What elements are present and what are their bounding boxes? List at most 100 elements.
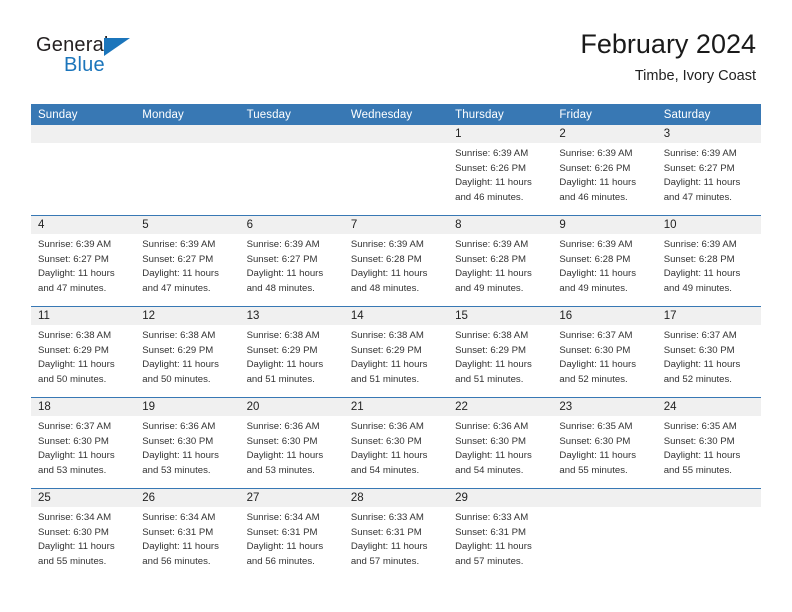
day-sun-info: Sunrise: 6:36 AM Sunset: 6:30 PM Daylight:… (240, 416, 344, 478)
day-sun-info-line: and 49 minutes. (559, 282, 628, 294)
calendar-day-cell[interactable] (343, 125, 449, 216)
calendar-table: Sunday Monday Tuesday Wednesday Thursday… (31, 104, 761, 579)
calendar-day-cell[interactable]: 7 Sunrise: 6:39 AM Sunset: 6:28 PM Daylight… (343, 215, 449, 307)
day-sun-info-line: and 52 minutes. (663, 373, 732, 385)
day-number: 22 (448, 398, 553, 416)
day-number: 18 (31, 398, 136, 416)
day-sun-info-line: and 56 minutes. (142, 555, 211, 567)
day-number: 2 (552, 125, 657, 143)
calendar-day-cell[interactable] (552, 488, 657, 579)
day-sun-info: Sunrise: 6:38 AM Sunset: 6:29 PM Daylight:… (240, 325, 344, 387)
weekday-header-monday: Monday (135, 104, 240, 125)
day-number: 4 (31, 216, 136, 234)
calendar-day-cell[interactable]: 12 Sunrise: 6:38 AM Sunset: 6:29 PM Dayligh… (135, 306, 240, 398)
day-sun-info-line: and 55 minutes. (559, 464, 628, 476)
day-sun-info: Sunrise: 6:39 AM Sunset: 6:27 PM Daylight:… (657, 143, 761, 205)
day-sun-info-line: Daylight: 11 hours (455, 359, 532, 371)
day-sun-info-line: Sunset: 6:30 PM (350, 435, 422, 447)
calendar-day-cell[interactable]: 11 Sunrise: 6:38 AM Sunset: 6:29 PM Dayligh… (31, 306, 136, 398)
calendar-day-cell[interactable]: 9 Sunrise: 6:39 AM Sunset: 6:28 PM Daylight… (552, 215, 657, 307)
day-sun-info-line: Daylight: 11 hours (142, 268, 219, 280)
weekday-header-saturday: Saturday (656, 104, 761, 125)
day-number: 1 (448, 125, 553, 143)
calendar-day-cell[interactable] (239, 125, 344, 216)
calendar-week-row: 11 Sunrise: 6:38 AM Sunset: 6:29 PM Dayligh… (31, 306, 761, 398)
day-sun-info-line: Sunrise: 6:39 AM (455, 239, 529, 250)
day-sun-info-line: and 57 minutes. (350, 555, 420, 567)
brand-name-bottom: Blue (64, 54, 105, 76)
day-sun-info-line: and 46 minutes. (455, 191, 524, 203)
day-sun-info-line: Sunrise: 6:36 AM (246, 421, 320, 432)
calendar-day-cell[interactable]: 20 Sunrise: 6:36 AM Sunset: 6:30 PM Dayligh… (239, 397, 344, 489)
day-sun-info-line: and 53 minutes. (38, 464, 107, 476)
calendar-day-cell[interactable]: 27 Sunrise: 6:34 AM Sunset: 6:31 PM Dayligh… (239, 488, 344, 579)
day-sun-info: Sunrise: 6:34 AM Sunset: 6:31 PM Daylight:… (240, 507, 344, 569)
day-number: 12 (135, 307, 240, 325)
calendar-day-cell[interactable] (31, 125, 136, 216)
day-number: 24 (656, 398, 761, 416)
day-sun-info-line: and 46 minutes. (559, 191, 628, 203)
calendar-day-cell[interactable]: 16 Sunrise: 6:37 AM Sunset: 6:30 PM Dayligh… (552, 306, 657, 398)
calendar-day-cell[interactable]: 18 Sunrise: 6:37 AM Sunset: 6:30 PM Dayligh… (31, 397, 136, 489)
day-number: 21 (343, 398, 449, 416)
day-sun-info-line: Sunrise: 6:38 AM (38, 330, 112, 341)
calendar-day-cell[interactable]: 13 Sunrise: 6:38 AM Sunset: 6:29 PM Dayligh… (239, 306, 344, 398)
day-sun-info: Sunrise: 6:38 AM Sunset: 6:29 PM Daylight:… (344, 325, 448, 387)
calendar-day-cell[interactable]: 6 Sunrise: 6:39 AM Sunset: 6:27 PM Daylight… (239, 215, 344, 307)
calendar-day-cell[interactable] (135, 125, 240, 216)
calendar-day-cell[interactable]: 3 Sunrise: 6:39 AM Sunset: 6:27 PM Daylight… (656, 125, 761, 216)
calendar-day-cell[interactable]: 4 Sunrise: 6:39 AM Sunset: 6:27 PM Daylight… (31, 215, 136, 307)
calendar-day-cell[interactable] (656, 488, 761, 579)
page-header: General Blue February 2024 Timbe, Ivory … (0, 0, 792, 100)
day-sun-info-line: Daylight: 11 hours (350, 541, 428, 553)
day-number: 3 (656, 125, 761, 143)
calendar-day-cell[interactable]: 1 Sunrise: 6:39 AM Sunset: 6:26 PM Daylight… (448, 125, 553, 216)
day-sun-info-line: and 50 minutes. (38, 373, 107, 385)
day-sun-info-line: Sunrise: 6:34 AM (246, 512, 320, 523)
day-sun-info-line: and 55 minutes. (663, 464, 732, 476)
calendar-day-cell[interactable]: 17 Sunrise: 6:37 AM Sunset: 6:30 PM Dayligh… (656, 306, 761, 398)
day-number: 7 (343, 216, 449, 234)
day-number (135, 125, 240, 143)
day-sun-info-line: Sunset: 6:30 PM (663, 435, 735, 447)
calendar-day-cell[interactable]: 24 Sunrise: 6:35 AM Sunset: 6:30 PM Dayligh… (656, 397, 761, 489)
day-sun-info-line: Sunrise: 6:38 AM (142, 330, 216, 341)
day-sun-info-line: Sunset: 6:30 PM (246, 435, 318, 447)
weekday-header-wednesday: Wednesday (343, 104, 449, 125)
day-sun-info-line: Sunset: 6:29 PM (246, 344, 318, 356)
weekday-header-thursday: Thursday (448, 104, 553, 125)
day-number: 19 (135, 398, 240, 416)
calendar-day-cell[interactable]: 22 Sunrise: 6:36 AM Sunset: 6:30 PM Dayligh… (448, 397, 553, 489)
day-sun-info-line: Sunrise: 6:33 AM (455, 512, 529, 523)
day-sun-info: Sunrise: 6:39 AM Sunset: 6:28 PM Daylight:… (552, 234, 656, 296)
calendar-week-row: 1 Sunrise: 6:39 AM Sunset: 6:26 PM Daylight… (31, 125, 761, 216)
calendar-day-cell[interactable]: 28 Sunrise: 6:33 AM Sunset: 6:31 PM Dayligh… (343, 488, 449, 579)
day-sun-info-line: Sunset: 6:29 PM (142, 344, 214, 356)
calendar-body: 1 Sunrise: 6:39 AM Sunset: 6:26 PM Daylight… (31, 125, 761, 579)
day-sun-info: Sunrise: 6:39 AM Sunset: 6:28 PM Daylight:… (448, 234, 552, 296)
day-number: 10 (656, 216, 761, 234)
day-sun-info: Sunrise: 6:36 AM Sunset: 6:30 PM Daylight:… (448, 416, 552, 478)
calendar-day-cell[interactable]: 2 Sunrise: 6:39 AM Sunset: 6:26 PM Daylight… (552, 125, 657, 216)
brand-logo[interactable]: General Blue (36, 34, 196, 86)
day-sun-info-line: Daylight: 11 hours (38, 541, 115, 553)
calendar-page: General Blue February 2024 Timbe, Ivory … (0, 0, 792, 612)
calendar-day-cell[interactable]: 23 Sunrise: 6:35 AM Sunset: 6:30 PM Dayligh… (552, 397, 657, 489)
calendar-day-cell[interactable]: 8 Sunrise: 6:39 AM Sunset: 6:28 PM Daylight… (448, 215, 553, 307)
calendar-day-cell[interactable]: 10 Sunrise: 6:39 AM Sunset: 6:28 PM Dayligh… (656, 215, 761, 307)
calendar-day-cell[interactable]: 14 Sunrise: 6:38 AM Sunset: 6:29 PM Dayligh… (343, 306, 449, 398)
day-sun-info-line: Sunrise: 6:39 AM (559, 239, 633, 250)
day-sun-info: Sunrise: 6:33 AM Sunset: 6:31 PM Daylight:… (448, 507, 552, 569)
day-sun-info-line: and 47 minutes. (142, 282, 211, 294)
calendar-day-cell[interactable]: 21 Sunrise: 6:36 AM Sunset: 6:30 PM Dayligh… (343, 397, 449, 489)
calendar-day-cell[interactable]: 25 Sunrise: 6:34 AM Sunset: 6:30 PM Dayligh… (31, 488, 136, 579)
day-sun-info-line: Sunset: 6:29 PM (38, 344, 109, 356)
day-sun-info-line: and 47 minutes. (38, 282, 107, 294)
weekday-header-tuesday: Tuesday (239, 104, 344, 125)
calendar-day-cell[interactable]: 26 Sunrise: 6:34 AM Sunset: 6:31 PM Dayligh… (135, 488, 240, 579)
calendar-day-cell[interactable]: 29 Sunrise: 6:33 AM Sunset: 6:31 PM Dayligh… (448, 488, 553, 579)
calendar-day-cell[interactable]: 19 Sunrise: 6:36 AM Sunset: 6:30 PM Dayligh… (135, 397, 240, 489)
day-number: 20 (239, 398, 344, 416)
calendar-day-cell[interactable]: 5 Sunrise: 6:39 AM Sunset: 6:27 PM Daylight… (135, 215, 240, 307)
calendar-day-cell[interactable]: 15 Sunrise: 6:38 AM Sunset: 6:29 PM Dayligh… (448, 306, 553, 398)
